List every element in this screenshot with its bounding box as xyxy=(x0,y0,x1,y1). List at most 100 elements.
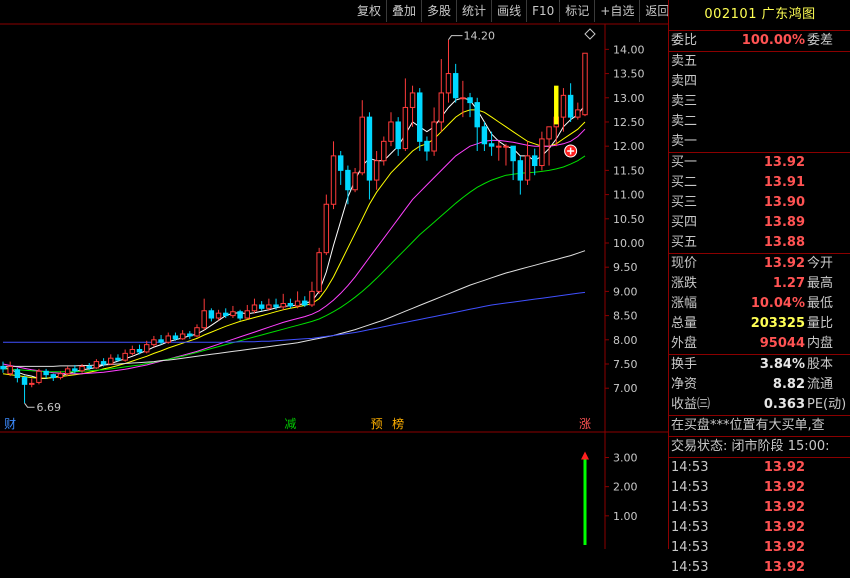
candle-body-up xyxy=(215,312,222,319)
candle-body-up xyxy=(560,94,567,118)
tick-row: 14:53 13.92 xyxy=(669,538,850,558)
low-label: 6.69 xyxy=(37,401,62,414)
candle-body-up xyxy=(402,106,409,150)
high-pointer xyxy=(448,35,463,40)
stat-right-label: 今开 xyxy=(807,256,834,271)
candle-body-up xyxy=(230,311,236,317)
ratio-label: 委比 xyxy=(671,33,698,48)
tick-price: 13.92 xyxy=(763,560,805,575)
candle-body-down xyxy=(467,97,473,104)
stat-label: 涨跌 xyxy=(671,276,698,291)
bid-price: 13.91 xyxy=(763,175,805,190)
candle-body-up xyxy=(409,92,416,108)
toolbar-button[interactable]: 复权 xyxy=(352,0,386,22)
bid-row: 买一 13.92 xyxy=(669,153,850,173)
candle-body-down xyxy=(14,369,21,379)
price-tick-label: 12.50 xyxy=(613,116,645,129)
kline-chart[interactable]: 14.00 13.50 13.00 12.50 12.00 11.50 11.00 10.50… xyxy=(0,0,668,549)
bid-row: 买五 13.88 xyxy=(669,233,850,253)
candle-body-up xyxy=(381,140,387,162)
tick-row: 14:53 13.92 xyxy=(669,558,850,578)
stat-value: 8.82 xyxy=(772,377,805,392)
stat-right-label: 量比 xyxy=(807,316,834,331)
candle-body-up xyxy=(352,172,358,191)
stat-label: 外盘 xyxy=(671,336,698,351)
candle-body-up xyxy=(129,348,136,354)
candle-body-down xyxy=(237,311,243,319)
toolbar-button[interactable]: F10 xyxy=(526,0,559,22)
candle-body-up xyxy=(316,252,322,292)
candle-body-up xyxy=(445,73,452,94)
price-tick-label: 12.00 xyxy=(613,140,645,153)
candle-body-up xyxy=(546,126,552,140)
tick-time: 14:53 xyxy=(671,480,709,495)
indicator-tick-label: 2.00 xyxy=(613,481,638,494)
stat-label: 收益㈢ xyxy=(671,397,711,412)
toolbar-button[interactable]: 叠加 xyxy=(386,0,421,22)
up-arrow-icon xyxy=(581,451,589,460)
toolbar-button[interactable]: 多股 xyxy=(421,0,456,22)
price-tick-label: 9.50 xyxy=(613,261,638,274)
stat-row: 涨跌 1.27 最高 xyxy=(669,274,850,294)
candle-body-down xyxy=(72,368,78,372)
stock-name: 广东鸿图 xyxy=(761,7,816,22)
tick-row: 14:53 13.92 xyxy=(669,458,850,478)
candle-body-up xyxy=(438,92,445,123)
candle-body-up xyxy=(194,327,200,337)
candle-body-up xyxy=(36,370,42,383)
price-tick-label: 7.00 xyxy=(613,382,638,395)
indicator-tick-label: 3.00 xyxy=(613,452,638,465)
event-marker: 榜 xyxy=(392,416,404,431)
tick-time: 14:53 xyxy=(671,540,709,555)
ask-label: 卖三 xyxy=(671,94,698,109)
bid-list: 买一 13.92 买二 13.91 买三 13.90 买四 13.89 买五 13.88 xyxy=(669,153,850,254)
ask-label: 卖五 xyxy=(671,54,698,69)
toolbar-button[interactable]: 画线 xyxy=(491,0,526,22)
toolbar-button[interactable]: +自选 xyxy=(594,0,639,22)
stat-value: 13.92 xyxy=(763,256,805,271)
stat-row: 换手 3.84% 股本 xyxy=(669,355,850,375)
candle-body-down xyxy=(517,160,524,181)
stat-right-label: 股本 xyxy=(807,357,834,372)
ask-row: 卖四 xyxy=(669,72,850,92)
stats-main: 现价 13.92 今开 涨跌 1.27 最高 涨幅 10.04% 最低 总量 203325 量比 外盘 9… xyxy=(669,254,850,355)
candle-body-up xyxy=(503,145,509,148)
toolbar-button[interactable]: 标记 xyxy=(559,0,594,22)
candle-body-down xyxy=(115,357,121,361)
candle-body-up xyxy=(388,121,394,142)
ask-row: 卖三 xyxy=(669,92,850,112)
trade-status-label: 交易状态: xyxy=(671,439,728,454)
indicator-tick-label: 1.00 xyxy=(613,510,638,523)
quote-panel: 002101 广东鸿图 委比 100.00% 委差 卖五 卖四 卖三 卖二 卖一 买一 1… xyxy=(668,0,850,575)
toolbar-button[interactable]: 统计 xyxy=(456,0,491,22)
stat-label: 涨幅 xyxy=(671,296,698,311)
stat-row: 总量 203325 量比 xyxy=(669,314,850,334)
bid-row: 买三 13.90 xyxy=(669,193,850,213)
diamond-icon xyxy=(584,28,596,40)
price-tick-label: 8.00 xyxy=(613,334,638,347)
candle-body-down xyxy=(481,126,488,145)
event-marker: 财 xyxy=(4,417,16,431)
candle-body-down xyxy=(21,377,28,385)
tick-time: 14:53 xyxy=(671,460,709,475)
candle-body-down xyxy=(366,116,373,181)
price-tick-label: 10.50 xyxy=(613,213,645,226)
candle-body-up xyxy=(93,361,100,369)
candle-body-up xyxy=(359,116,365,174)
candle-body-up xyxy=(151,339,157,346)
candle-body-down xyxy=(395,121,401,150)
ask-row: 卖一 xyxy=(669,132,850,152)
candle-body-up xyxy=(122,352,128,361)
bid-price: 13.89 xyxy=(763,215,805,230)
event-marker: 涨 xyxy=(579,416,591,431)
high-label: 14.20 xyxy=(463,30,495,43)
highlight-box xyxy=(554,85,559,125)
candle-body-down xyxy=(158,339,164,343)
tick-time: 14:53 xyxy=(671,520,709,535)
stat-value: 0.363 xyxy=(763,397,805,412)
candle-body-up xyxy=(280,303,286,308)
tick-price: 13.92 xyxy=(763,520,805,535)
candle-body-up xyxy=(323,203,330,254)
ma-line-ma20 xyxy=(2,128,586,375)
candle-body-up xyxy=(165,335,171,343)
